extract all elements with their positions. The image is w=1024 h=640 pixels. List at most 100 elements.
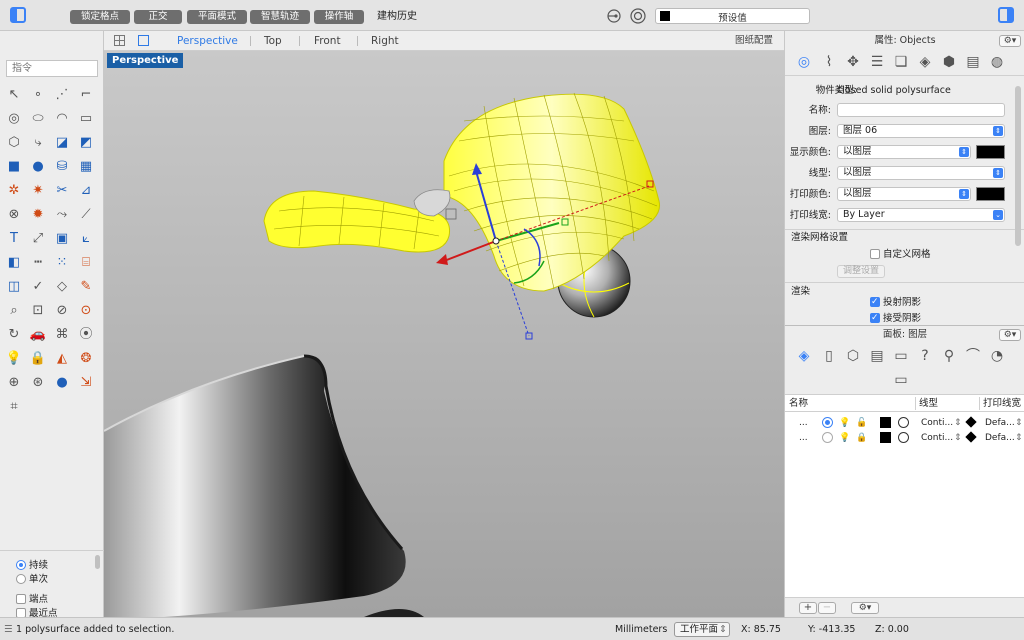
tab-perspective[interactable]: Perspective	[177, 34, 238, 48]
osnap-target-icon[interactable]	[630, 8, 646, 24]
arc-icon[interactable]: ◠	[53, 110, 71, 128]
perspective-viewport[interactable]: Perspective	[104, 51, 784, 617]
print-color-diamond-icon[interactable]	[965, 416, 977, 428]
unroll-icon[interactable]: ◫	[5, 278, 23, 296]
box-icon[interactable]: ⬢	[940, 53, 958, 71]
layer-select-stepper[interactable]: ⇕	[993, 126, 1003, 136]
print-width-stepper-icon[interactable]: ⇕	[1015, 417, 1023, 429]
print-color-swatch[interactable]	[976, 187, 1005, 201]
layer-material-icon[interactable]	[898, 432, 909, 443]
project-icon[interactable]: ⟀	[77, 230, 95, 248]
snap-endpoint-option[interactable]: 端点	[16, 594, 48, 606]
color-wheel-icon[interactable]: ❂	[77, 350, 95, 368]
layer-material-icon[interactable]	[898, 417, 909, 428]
gumball-icon[interactable]: ✥	[844, 53, 862, 71]
custom-mesh-option[interactable]: 自定义网格	[870, 249, 931, 261]
texture-icon[interactable]: ◈	[916, 53, 934, 71]
properties-gear-icon[interactable]: ⚙▾	[999, 35, 1021, 47]
folder-icon[interactable]: ▭	[892, 371, 910, 389]
current-layer-radio[interactable]	[822, 432, 833, 443]
display-color-select[interactable]: 以图层 ⇕	[837, 145, 971, 159]
linetype-stepper-icon[interactable]: ⇕	[954, 417, 962, 429]
print-color-diamond-icon[interactable]	[965, 431, 977, 443]
remove-layer-button[interactable]: −	[818, 602, 836, 614]
join-icon[interactable]: ⊿	[77, 182, 95, 200]
four-view-layout-icon[interactable]	[114, 35, 125, 46]
endpoint-checkbox[interactable]	[16, 594, 26, 604]
linetype-stepper[interactable]: ⇕	[993, 168, 1003, 178]
layer-linetype[interactable]: Conti...	[921, 432, 953, 444]
polygon-icon[interactable]: ⬡	[5, 134, 23, 152]
layer-print-width[interactable]: Defa...	[985, 417, 1015, 429]
page-icon[interactable]: ▯	[820, 347, 838, 365]
current-layer-radio[interactable]	[822, 417, 833, 428]
array-icon[interactable]: ▣	[53, 230, 71, 248]
radio-on[interactable]	[16, 560, 26, 570]
point-icon[interactable]: ∘	[29, 86, 47, 104]
split-icon[interactable]: ✷	[29, 182, 47, 200]
cast-shadows-option[interactable]: 投射阴影	[870, 296, 921, 309]
cast-shadows-checkbox[interactable]	[870, 296, 880, 308]
ortho-button[interactable]: 正交	[134, 10, 182, 24]
toggle-left-sidebar-icon[interactable]	[10, 7, 26, 23]
pan-icon[interactable]: ⊘	[53, 302, 71, 320]
rotate-view-icon[interactable]: ↻	[5, 326, 23, 344]
print-width-select[interactable]: By Layer ⌄	[837, 208, 1005, 222]
points-grid-icon[interactable]: ⁙	[53, 254, 71, 272]
camera-icon[interactable]: ◔	[988, 347, 1006, 365]
filter-icon[interactable]	[607, 9, 621, 23]
tab-right[interactable]: Right	[371, 34, 399, 48]
snapshot-icon[interactable]: ⌒	[964, 347, 982, 365]
snap-scrollbar[interactable]	[95, 555, 100, 569]
select-arrow-icon[interactable]: ↖	[5, 86, 23, 104]
layer-header-name[interactable]: 名称	[789, 398, 808, 410]
units-label[interactable]: Millimeters	[615, 624, 667, 636]
car-icon[interactable]: 🚗	[29, 326, 47, 344]
target-icon[interactable]: ⦿	[77, 326, 95, 344]
panel-split[interactable]	[785, 325, 1024, 326]
note-icon[interactable]: ❏	[892, 53, 910, 71]
tab-top[interactable]: Top	[264, 34, 282, 48]
curve-icon[interactable]: ⌇	[820, 53, 838, 71]
help-icon[interactable]: ?	[916, 347, 934, 365]
brush-icon[interactable]: ⚲	[940, 347, 958, 365]
layer-row[interactable]: ... 💡 🔓 Conti... ⇕ Defa... ⇕	[785, 416, 1024, 430]
linetype-stepper-icon[interactable]: ⇕	[954, 432, 962, 444]
print-color-select[interactable]: 以图层 ⇕	[837, 187, 971, 201]
edit-points-icon[interactable]: ✎	[77, 278, 95, 296]
grid-snap-icon[interactable]: ┅	[29, 254, 47, 272]
blend-icon[interactable]: ⟋	[77, 206, 95, 224]
named-view-icon[interactable]: ⌘	[53, 326, 71, 344]
history-curve-icon[interactable]: ⌗	[5, 398, 23, 416]
cylinder-icon[interactable]: ⛁	[53, 158, 71, 176]
layer-lock-icon[interactable]: 🔓	[856, 417, 867, 429]
layout-settings-link[interactable]: 图纸配置	[735, 34, 773, 48]
curve-cv-icon[interactable]: ⌐	[77, 86, 95, 104]
layer-visible-bulb-icon[interactable]: 💡	[839, 432, 850, 444]
record-history-label[interactable]: 建构历史	[377, 10, 417, 24]
mesh-icon[interactable]: ▦	[77, 158, 95, 176]
display-color-stepper[interactable]: ⇕	[959, 147, 969, 157]
command-input[interactable]	[6, 60, 98, 77]
receive-shadows-checkbox[interactable]	[870, 312, 880, 324]
text-object-icon[interactable]: T	[5, 230, 23, 248]
layer-header-linetype[interactable]: 线型	[919, 398, 938, 410]
polyline-icon[interactable]: ⋰	[53, 86, 71, 104]
name-input[interactable]	[837, 103, 1005, 117]
curve-fillet-icon[interactable]: ⤷	[29, 134, 47, 152]
sphere-solid-icon[interactable]: ●	[29, 158, 47, 176]
offset-curve-icon[interactable]: ⤳	[53, 206, 71, 224]
shaded-sphere-icon[interactable]: ⊛	[29, 374, 47, 392]
object-properties-icon[interactable]: ◎	[795, 53, 813, 71]
trim-icon[interactable]: ✂	[53, 182, 71, 200]
layer-color-swatch[interactable]	[880, 417, 891, 428]
check-icon[interactable]: ✓	[29, 278, 47, 296]
wireframe-sphere-icon[interactable]: ⊕	[5, 374, 23, 392]
tube-icon[interactable]: ⌸	[77, 254, 95, 272]
receive-shadows-option[interactable]: 接受阴影	[870, 312, 921, 325]
sphere-icon[interactable]: ◍	[988, 53, 1006, 71]
properties-scrollbar[interactable]	[1015, 86, 1021, 246]
notepad-icon[interactable]: ▤	[868, 347, 886, 365]
layers-icon[interactable]: ◈	[795, 347, 813, 365]
layer-lock-icon[interactable]: 🔒	[856, 432, 867, 444]
